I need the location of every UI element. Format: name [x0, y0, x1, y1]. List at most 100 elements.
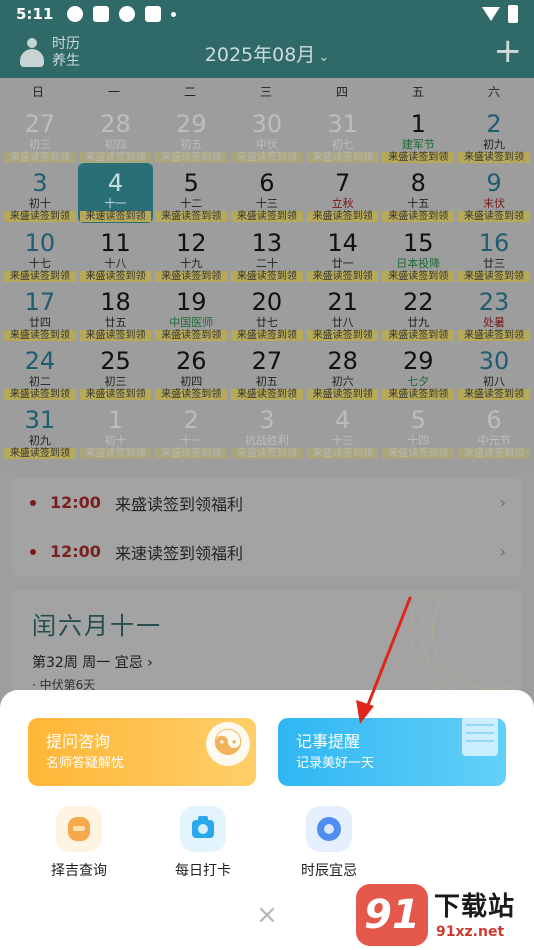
more-notifications-icon	[171, 11, 177, 17]
calendar-day[interactable]: 23 处暑 来盛读签到领	[456, 282, 532, 341]
calendar-day[interactable]: 2 十一 来盛读签到领	[153, 400, 229, 460]
month-label: 2025年08月	[204, 44, 316, 66]
lunar-label: 初九	[28, 434, 51, 448]
day-number: 3	[259, 406, 275, 435]
day-tag: 来盛读签到领	[382, 270, 455, 282]
week-info-link[interactable]: 第32周 周一 宜忌 ›	[32, 652, 153, 672]
day-number: 9	[486, 169, 502, 198]
calendar-day[interactable]: 27 初五 来盛读签到领	[229, 341, 305, 401]
calendar-day[interactable]: 2 初九 来盛读签到领	[456, 104, 532, 163]
day-tag: 来盛读签到领	[4, 329, 76, 341]
calendar-day[interactable]: 19 中国医师 来盛读签到领	[153, 282, 229, 341]
memo-reminder-button[interactable]: 记事提醒 记录美好一天	[278, 718, 506, 786]
lunar-label: 十五	[407, 197, 430, 211]
calendar-day[interactable]: 4 十三 来盛读签到领	[305, 400, 381, 460]
calendar-day[interactable]: 29 七夕 来盛读签到领	[380, 341, 456, 401]
calendar-day[interactable]: 5 十二 来盛读签到领	[153, 163, 229, 223]
watermark-logo: 91	[356, 884, 428, 946]
wifi-icon	[482, 7, 500, 21]
auspicious-query-button[interactable]: 择吉查询	[34, 806, 124, 880]
calendar-day[interactable]: 31 初七 来盛读签到领	[305, 104, 381, 163]
calendar-day[interactable]: 25 初三 来盛读签到领	[78, 341, 154, 401]
ask-consult-button[interactable]: 提问咨询 名师答疑解忧 ☯	[28, 718, 256, 786]
calendar-day[interactable]: 10 十七 来盛读签到领	[2, 223, 78, 282]
daily-checkin-button[interactable]: 每日打卡	[158, 806, 248, 880]
day-number: 26	[175, 347, 207, 376]
calendar-day[interactable]: 14 廿一 来盛读签到领	[305, 223, 381, 282]
quick-label: 择吉查询	[51, 863, 107, 879]
calendar-day[interactable]: 27 初三 来盛读签到领	[2, 104, 78, 163]
day-number: 31	[24, 406, 56, 435]
compass-icon	[317, 817, 341, 841]
calendar-day[interactable]: 31 初九 来盛读签到领	[2, 400, 78, 460]
day-tag: 来盛读签到领	[306, 389, 379, 401]
calendar-day[interactable]: 24 初二 来盛读签到领	[2, 341, 78, 401]
lunar-label: 初三	[104, 375, 127, 389]
calendar-day-today[interactable]: 4 十一 来速读签到领	[77, 163, 154, 223]
day-tag: 来盛读签到领	[79, 270, 152, 282]
calendar-day[interactable]: 15 日本投降 来盛读签到领	[380, 223, 456, 282]
event-row[interactable]: 12:00 来速读签到领福利 ›	[12, 527, 522, 576]
day-tag: 来盛读签到领	[458, 448, 530, 460]
hour-fortune-button[interactable]: 时辰宜忌	[284, 806, 374, 880]
calendar-day[interactable]: 30 中伏 来盛读签到领	[229, 104, 305, 163]
day-number: 8	[410, 169, 426, 198]
calendar-day[interactable]: 30 初八 来盛读签到领	[456, 341, 532, 401]
day-number: 1	[410, 110, 426, 138]
calendar-day[interactable]: 3 抗战胜利 来盛读签到领	[229, 400, 305, 460]
weekday-label: 三	[260, 84, 273, 99]
calendar-day[interactable]: 29 初五 来盛读签到领	[153, 104, 229, 163]
day-number: 31	[327, 110, 358, 138]
lunar-label: 十一	[104, 197, 127, 211]
yin-yang-icon: ☯	[206, 722, 250, 766]
close-icon[interactable]: ×	[254, 902, 280, 928]
calendar-day[interactable]: 6 十三 来盛读签到领	[229, 163, 305, 223]
calendar-day[interactable]: 3 初十 来盛读签到领	[2, 163, 78, 223]
day-number: 15	[403, 228, 434, 257]
calendar-day[interactable]: 28 初六 来盛读签到领	[305, 341, 381, 401]
lunar-label: 中伏	[255, 138, 278, 151]
weekday-label: 二	[184, 84, 197, 99]
calendar-day[interactable]: 16 廿三 来盛读签到领	[456, 223, 532, 282]
calendar-day[interactable]: 1 建军节 来盛读签到领	[380, 104, 456, 163]
day-tag: 来盛读签到领	[4, 152, 76, 163]
lunar-label: 初七	[331, 138, 354, 151]
day-tag: 来盛读签到领	[306, 152, 379, 163]
weekday-label: 一	[108, 84, 121, 99]
lunar-label: 抗战胜利	[244, 434, 289, 448]
event-row[interactable]: 12:00 来盛读签到领福利 ›	[12, 478, 522, 527]
lunar-label: 十四	[407, 434, 430, 448]
calendar-day[interactable]: 28 初四 来盛读签到领	[78, 104, 154, 163]
calendar-day[interactable]: 22 廿九 来盛读签到领	[380, 282, 456, 341]
calendar-day[interactable]: 12 十九 来盛读签到领	[153, 223, 229, 282]
calendar-day[interactable]: 1 初十 来盛读签到领	[78, 400, 154, 460]
day-tag: 来盛读签到领	[231, 329, 303, 341]
calendar-day[interactable]: 8 十五 来盛读签到领	[380, 163, 456, 223]
day-tag: 来速读签到领	[79, 211, 152, 223]
calendar-day[interactable]: 18 廿五 来盛读签到领	[78, 282, 154, 341]
lunar-label: 初六	[331, 375, 354, 389]
day-number: 30	[478, 347, 510, 376]
calendar-day[interactable]: 20 廿七 来盛读签到领	[229, 282, 305, 341]
day-number: 21	[327, 287, 358, 316]
day-number: 14	[327, 228, 358, 257]
calendar-day[interactable]: 21 廿八 来盛读签到领	[305, 282, 381, 341]
day-tag: 来盛读签到领	[458, 152, 530, 163]
lunar-label: 初十	[104, 434, 127, 448]
calendar-day[interactable]: 6 中元节 来盛读签到领	[456, 400, 532, 460]
calendar-day[interactable]: 17 廿四 来盛读签到领	[2, 282, 78, 341]
calendar-day[interactable]: 5 十四 来盛读签到领	[380, 400, 456, 460]
day-tag: 来盛读签到领	[458, 211, 530, 223]
day-number: 23	[478, 287, 510, 316]
month-selector[interactable]: 2025年08月 ⌄	[0, 40, 534, 67]
calendar-day[interactable]: 11 十八 来盛读签到领	[78, 223, 154, 282]
calendar-day[interactable]: 26 初四 来盛读签到领	[153, 341, 229, 401]
day-number: 4	[107, 169, 124, 198]
calendar-day[interactable]: 13 二十 来盛读签到领	[229, 223, 305, 282]
day-number: 12	[175, 228, 207, 257]
day-number: 30	[251, 110, 283, 138]
calendar-day[interactable]: 9 末伏 来盛读签到领	[456, 163, 532, 223]
day-number: 29	[175, 110, 207, 138]
calendar-day[interactable]: 7 立秋 来盛读签到领	[305, 163, 381, 223]
add-button[interactable]: +	[494, 34, 523, 68]
